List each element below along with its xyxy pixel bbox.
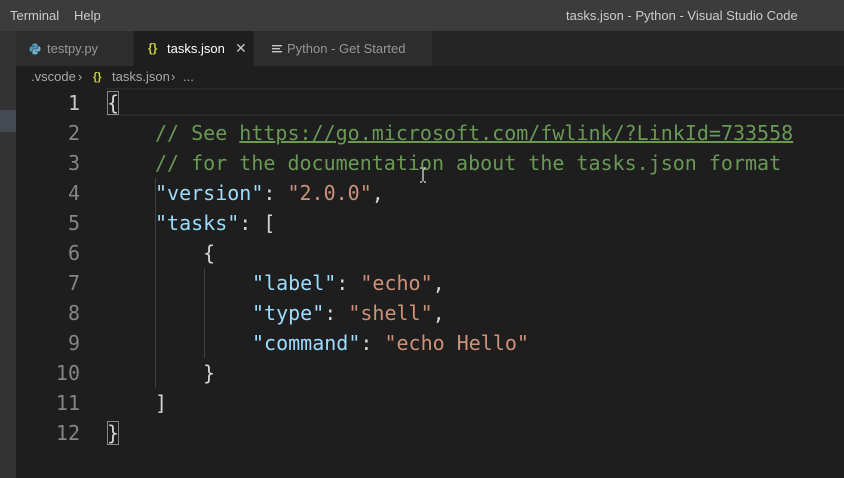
line-number: 4: [67, 181, 80, 205]
activity-marker: [0, 110, 16, 132]
chevron-right-icon: ›: [171, 69, 176, 84]
code-line: 12 }: [16, 418, 844, 448]
code-line: 6 {: [16, 238, 844, 268]
breadcrumb-folder[interactable]: .vscode: [31, 66, 76, 88]
tab-label: testpy.py: [47, 41, 99, 56]
title-bar: Terminal Help tasks.json - Python - Visu…: [0, 0, 844, 31]
line-number: 7: [67, 271, 80, 295]
line-number: 3: [67, 151, 80, 175]
code-text: "version": "2.0.0",: [155, 181, 384, 205]
json-braces-icon: {}: [93, 71, 102, 83]
code-text: "label": "echo",: [252, 271, 445, 295]
line-number: 10: [55, 361, 80, 385]
line-number: 9: [67, 331, 80, 355]
code-text: ]: [155, 391, 168, 415]
tab-label: tasks.json: [167, 41, 225, 56]
menu-help[interactable]: Help: [74, 0, 101, 31]
line-number: 1: [67, 91, 80, 115]
activity-strip: [0, 31, 16, 478]
line-number: 2: [67, 121, 80, 145]
code-line: 9 "command": "echo Hello": [16, 328, 844, 358]
tab-python-get-started[interactable]: Python - Get Started: [254, 31, 432, 66]
tab-bar: testpy.py {} tasks.json ✕ Python - Get S…: [16, 31, 844, 66]
code-text: "command": "echo Hello": [252, 331, 529, 355]
menu-terminal[interactable]: Terminal: [10, 0, 59, 31]
line-number: 8: [67, 301, 80, 325]
welcome-page-icon: [272, 31, 282, 66]
code-line: 5 "tasks": [: [16, 208, 844, 238]
code-text: "tasks": [: [155, 211, 276, 235]
code-line: 8 "type": "shell",: [16, 298, 844, 328]
code-text: "type": "shell",: [252, 301, 445, 325]
code-line: 3 // for the documentation about the tas…: [16, 148, 844, 178]
code-text: }: [107, 421, 120, 445]
window-title: tasks.json - Python - Visual Studio Code: [566, 8, 798, 23]
line-number: 5: [67, 211, 80, 235]
code-text: {: [203, 241, 216, 265]
code-line: 7 "label": "echo",: [16, 268, 844, 298]
chevron-right-icon: ›: [78, 69, 83, 84]
line-number: 6: [67, 241, 80, 265]
tab-tasks-json[interactable]: {} tasks.json ✕: [134, 31, 253, 66]
text-cursor-icon: [420, 167, 426, 183]
code-line: 2 // See https://go.microsoft.com/fwlink…: [16, 118, 844, 148]
breadcrumb-file[interactable]: tasks.json: [112, 66, 170, 88]
code-text: // for the documentation about the tasks…: [155, 151, 782, 175]
code-text: {: [107, 91, 120, 115]
code-text: // See https://go.microsoft.com/fwlink/?…: [155, 121, 794, 145]
code-editor[interactable]: 1 { 2 // See https://go.microsoft.com/fw…: [16, 88, 844, 478]
json-braces-icon: {}: [148, 41, 158, 55]
code-line: 1 {: [16, 88, 844, 118]
code-line: 4 "version": "2.0.0",: [16, 178, 844, 208]
tab-label: Python - Get Started: [287, 41, 406, 56]
python-icon: [29, 31, 41, 66]
breadcrumb: .vscode › {} tasks.json › ...: [16, 66, 844, 88]
comment-link[interactable]: https://go.microsoft.com/fwlink/?LinkId=…: [239, 121, 793, 145]
close-icon[interactable]: ✕: [235, 31, 247, 66]
line-number: 12: [55, 421, 80, 445]
line-number: 11: [55, 391, 80, 415]
breadcrumb-symbols[interactable]: ...: [183, 66, 194, 88]
code-line: 11 ]: [16, 388, 844, 418]
tab-testpy[interactable]: testpy.py: [16, 31, 133, 66]
code-line: 10 }: [16, 358, 844, 388]
code-text: }: [203, 361, 216, 385]
